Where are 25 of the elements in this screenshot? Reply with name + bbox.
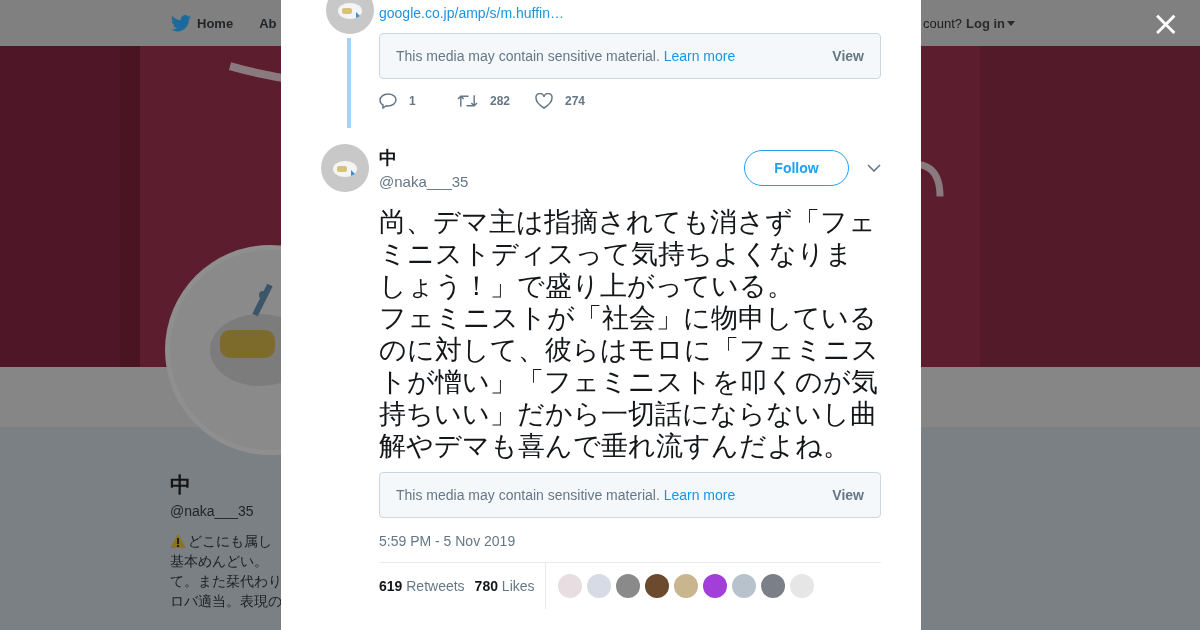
bio-text: 基本めんどい。 [170,552,268,571]
notice-text: This media may contain sensitive material. Learn more [396,487,736,503]
profile-name: 中 [170,472,191,498]
profile-handle: @naka___35 [170,503,254,519]
bird-icon [171,14,191,32]
liker-avatar[interactable] [702,574,727,598]
caret-icon [1007,20,1015,26]
tweet-timestamp: 5:59 PM - 5 Nov 2019 [379,533,517,549]
bio-text: ロバ適当。表現の [170,592,282,611]
bio-text: どこにも属し [188,532,272,551]
liker-avatar[interactable] [760,574,785,598]
warning-icon [170,534,186,548]
nav-link[interactable]: Home [197,15,234,31]
close-button[interactable]: × [1151,6,1180,40]
view-button[interactable]: View [832,487,864,503]
likes-link[interactable]: 780 Likes [474,578,535,594]
learn-more-link[interactable]: Learn more [663,487,736,503]
nav-link[interactable]: Ab [259,15,277,31]
url-link[interactable]: google.co.jp/amp/s/m.huffin… [379,5,881,21]
liker-avatar[interactable] [615,574,640,598]
login-prompt: count? [922,15,962,31]
liker-avatar[interactable] [644,574,669,598]
login-link[interactable]: Log in [966,15,1015,31]
bio-text: て。また栞代わり [170,572,282,591]
retweets-link[interactable]: 619 Retweets [379,578,465,594]
